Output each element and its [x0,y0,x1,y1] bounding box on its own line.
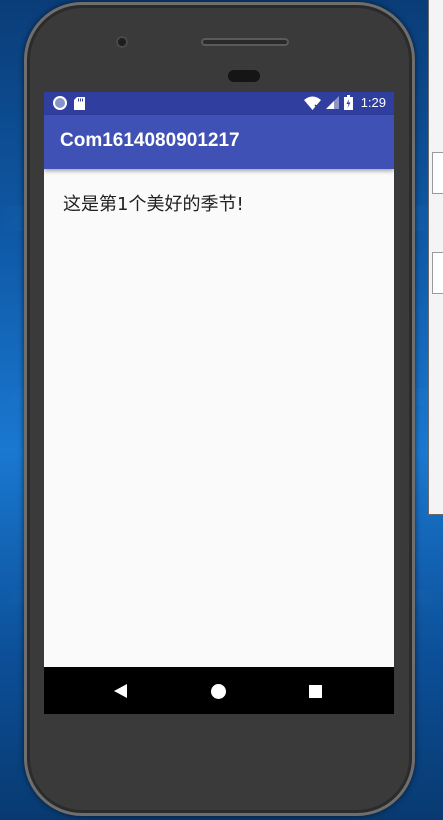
background-window[interactable] [428,0,443,515]
status-bar-right-icons: 1:29 [303,95,386,110]
home-icon[interactable] [211,684,226,699]
status-time: 1:29 [360,95,386,110]
status-bar-left-icons [53,96,85,110]
proximity-sensor [228,70,260,82]
battery-icon [343,95,353,110]
navigation-bar [44,667,394,714]
sd-card-icon [74,96,85,110]
wifi-icon [303,96,321,110]
content-text: 这是第1个美好的季节! [63,194,244,215]
signal-icon [325,96,339,109]
earpiece-speaker [201,38,289,46]
app-title: Com1614080901217 [60,130,240,151]
app-toolbar: Com1614080901217 [44,115,394,169]
background-window-panel [432,152,443,194]
recents-icon[interactable] [309,685,322,698]
front-camera-icon [116,36,128,48]
back-icon[interactable] [114,684,127,698]
circle-icon [53,96,67,110]
status-bar: 1:29 [44,92,394,115]
phone-screen: 1:29 Com1614080901217 这是第1个美好的季节! [44,92,394,714]
background-window-panel [432,252,443,294]
